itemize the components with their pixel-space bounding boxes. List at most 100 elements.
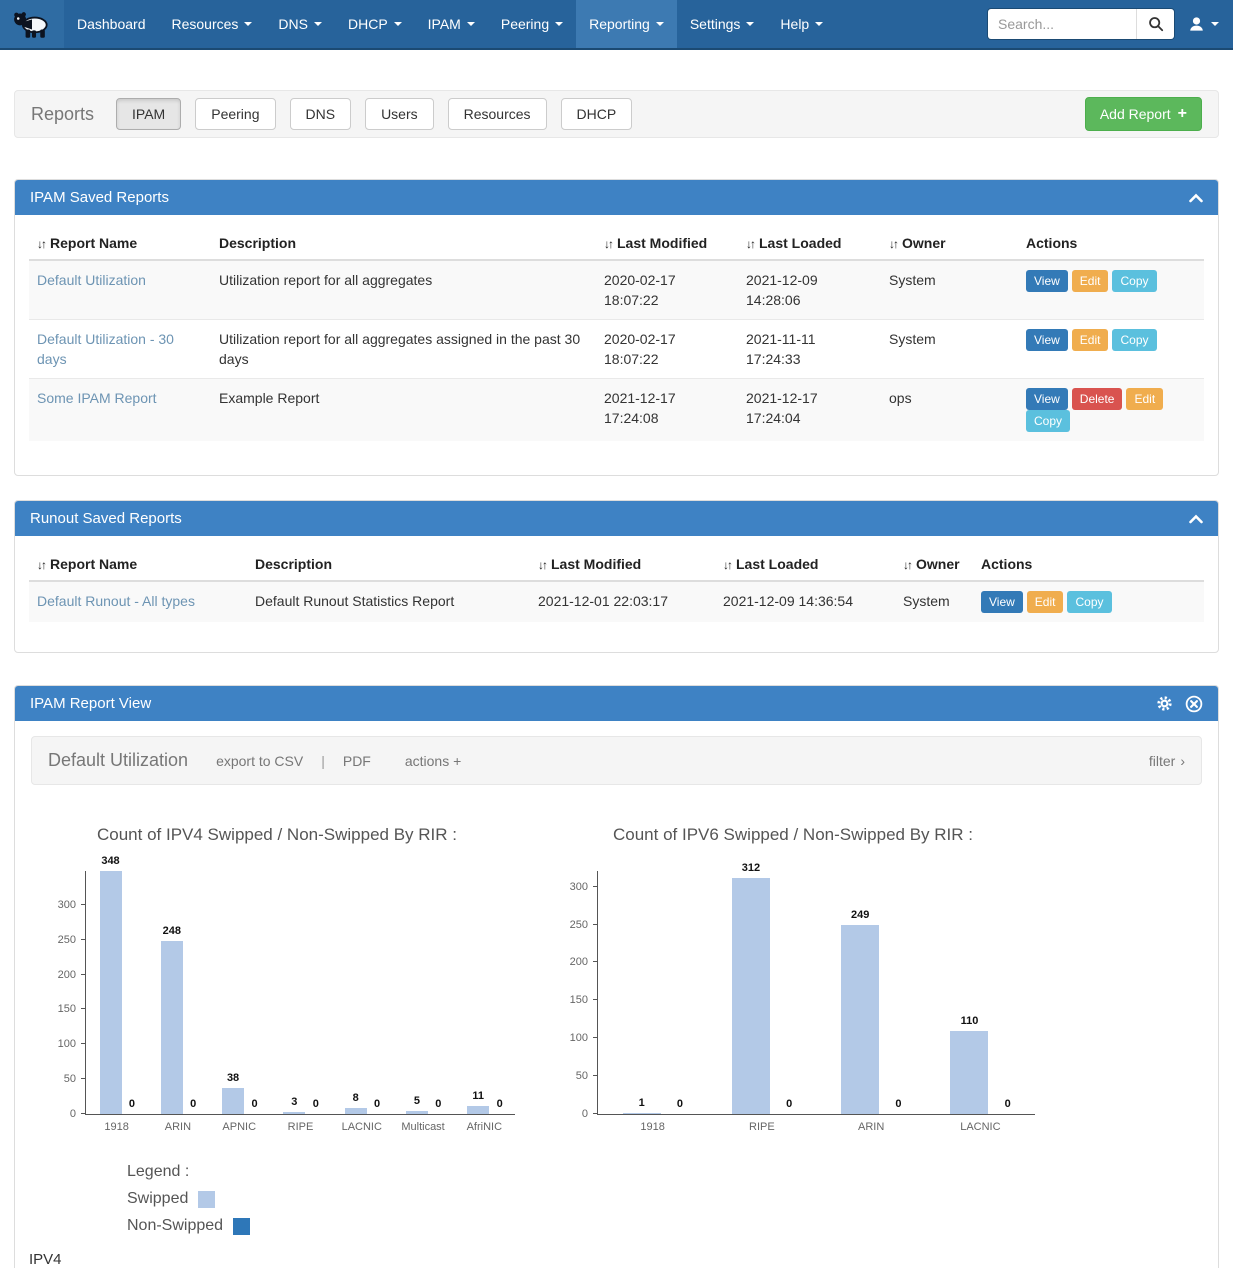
copy-button[interactable]: Copy	[1112, 270, 1156, 292]
chart-title: Count of IPV6 Swipped / Non-Swipped By R…	[551, 825, 1035, 845]
view-button[interactable]: View	[1026, 388, 1068, 410]
nav-item-help[interactable]: Help	[767, 0, 836, 48]
edit-button[interactable]: Edit	[1072, 270, 1109, 292]
bar-swipped[interactable]	[467, 1106, 489, 1114]
bar-swipped[interactable]	[950, 1031, 988, 1114]
nav-item-ipam[interactable]: IPAM	[415, 0, 488, 48]
tab-ipam[interactable]: IPAM	[116, 98, 181, 130]
description-cell: Utilization report for all aggregates as…	[211, 320, 596, 379]
bar-swipped[interactable]	[222, 1088, 244, 1114]
provision-panda-logo[interactable]	[0, 0, 64, 48]
column-header-last-loaded[interactable]: ↓↑Last Loaded	[738, 227, 881, 260]
last-modified-cell: 2020-02-17 18:07:22	[596, 260, 738, 320]
legend-item: Swipped	[127, 1190, 1218, 1208]
search-button[interactable]	[1136, 9, 1174, 39]
bar-swipped[interactable]	[345, 1108, 367, 1114]
bar-value-label: 312	[742, 862, 760, 874]
tab-dhcp[interactable]: DHCP	[561, 98, 633, 130]
column-header-report-name[interactable]: ↓↑Report Name	[29, 227, 211, 260]
filter-link[interactable]: filter›	[1149, 753, 1185, 769]
table-row: Some IPAM ReportExample Report2021-12-17…	[29, 379, 1204, 442]
user-menu[interactable]	[1187, 15, 1219, 34]
copy-button[interactable]: Copy	[1067, 591, 1111, 613]
export-csv-link[interactable]: export to CSV	[216, 753, 303, 769]
nav-item-resources[interactable]: Resources	[159, 0, 266, 48]
report-table: ↓↑Report NameDescription↓↑Last Modified↓…	[29, 548, 1204, 622]
tab-peering[interactable]: Peering	[195, 98, 275, 130]
view-button[interactable]: View	[981, 591, 1023, 613]
nav-item-dns[interactable]: DNS	[265, 0, 335, 48]
bar-swipped[interactable]	[283, 1112, 305, 1114]
sort-icon[interactable]: ↓↑	[723, 558, 731, 572]
y-axis-tick-label: 150	[570, 994, 588, 1006]
copy-button[interactable]: Copy	[1112, 329, 1156, 351]
gear-icon[interactable]	[1156, 695, 1173, 712]
nav-item-settings[interactable]: Settings	[677, 0, 768, 48]
bar-swipped[interactable]	[100, 871, 122, 1114]
sort-icon[interactable]: ↓↑	[37, 237, 45, 251]
bar-swipped[interactable]	[406, 1111, 428, 1114]
owner-cell: System	[895, 581, 973, 622]
bar-group-1918: 34801918	[86, 871, 147, 1114]
nav-item-dashboard[interactable]: Dashboard	[64, 0, 159, 48]
category-label: Multicast	[392, 1121, 453, 1133]
table-row: Default Runout - All typesDefault Runout…	[29, 581, 1204, 622]
nav-item-peering[interactable]: Peering	[488, 0, 576, 48]
bar-swipped[interactable]	[732, 878, 770, 1114]
ipam-report-view-panel: IPAM Report View Default Utilization exp…	[14, 685, 1219, 1268]
sort-icon[interactable]: ↓↑	[604, 237, 612, 251]
bar-swipped[interactable]	[623, 1113, 661, 1114]
sort-icon[interactable]: ↓↑	[889, 237, 897, 251]
edit-button[interactable]: Edit	[1072, 329, 1109, 351]
report-name-link[interactable]: Default Utilization - 30 days	[37, 331, 174, 367]
collapse-chevron-up-icon[interactable]	[1189, 193, 1203, 203]
column-header-owner[interactable]: ↓↑Owner	[895, 548, 973, 581]
report-name-link[interactable]: Some IPAM Report	[37, 390, 157, 406]
search-input[interactable]	[988, 9, 1136, 39]
chevron-right-icon: ›	[1180, 753, 1185, 769]
view-button[interactable]: View	[1026, 270, 1068, 292]
column-header-report-name[interactable]: ↓↑Report Name	[29, 548, 247, 581]
delete-button[interactable]: Delete	[1072, 388, 1123, 410]
bar-swipped[interactable]	[841, 925, 879, 1114]
tab-users[interactable]: Users	[365, 98, 434, 130]
bar-swipped[interactable]	[161, 941, 183, 1114]
bar-value-label: 1	[639, 1097, 645, 1109]
sort-icon[interactable]: ↓↑	[37, 558, 45, 572]
view-button[interactable]: View	[1026, 329, 1068, 351]
collapse-chevron-up-icon[interactable]	[1189, 514, 1203, 524]
bar-value-label: 0	[313, 1098, 319, 1110]
category-label: APNIC	[209, 1121, 270, 1133]
column-header-last-modified[interactable]: ↓↑Last Modified	[530, 548, 715, 581]
report-name-link[interactable]: Default Utilization	[37, 272, 146, 288]
report-name-link[interactable]: Default Runout - All types	[37, 593, 195, 609]
actions-menu-link[interactable]: actions +	[405, 753, 461, 769]
category-label: LACNIC	[926, 1121, 1035, 1133]
add-report-button[interactable]: Add Report +	[1085, 97, 1202, 131]
legend-label: Swipped	[127, 1190, 188, 1208]
nav-item-dhcp[interactable]: DHCP	[335, 0, 415, 48]
tab-dns[interactable]: DNS	[290, 98, 352, 130]
column-header-last-loaded[interactable]: ↓↑Last Loaded	[715, 548, 895, 581]
sort-icon[interactable]: ↓↑	[746, 237, 754, 251]
sort-icon[interactable]: ↓↑	[538, 558, 546, 572]
sort-icon[interactable]: ↓↑	[903, 558, 911, 572]
column-header-owner[interactable]: ↓↑Owner	[881, 227, 1018, 260]
legend-swatch-non-swipped	[233, 1218, 250, 1235]
copy-button[interactable]: Copy	[1026, 410, 1070, 432]
close-circle-icon[interactable]	[1185, 695, 1203, 713]
plot-wrap: 050100150200250300348019182480ARIN380APN…	[39, 871, 515, 1115]
column-header-last-modified[interactable]: ↓↑Last Modified	[596, 227, 738, 260]
bar-group-afrinic: 110AfriNIC	[454, 871, 515, 1114]
tab-resources[interactable]: Resources	[448, 98, 547, 130]
export-pdf-link[interactable]: PDF	[343, 753, 371, 769]
edit-button[interactable]: Edit	[1027, 591, 1064, 613]
legend-heading: Legend :	[127, 1163, 1218, 1181]
bar-group-apnic: 380APNIC	[209, 871, 270, 1114]
edit-button[interactable]: Edit	[1126, 388, 1163, 410]
y-axis-tick-label: 100	[570, 1032, 588, 1044]
nav-item-label: IPAM	[428, 16, 461, 32]
nav-item-reporting[interactable]: Reporting	[576, 0, 677, 48]
main-nav: DashboardResourcesDNSDHCP IPAM PeeringRepo…	[64, 0, 836, 48]
report-name-cell: Default Runout - All types	[29, 581, 247, 622]
